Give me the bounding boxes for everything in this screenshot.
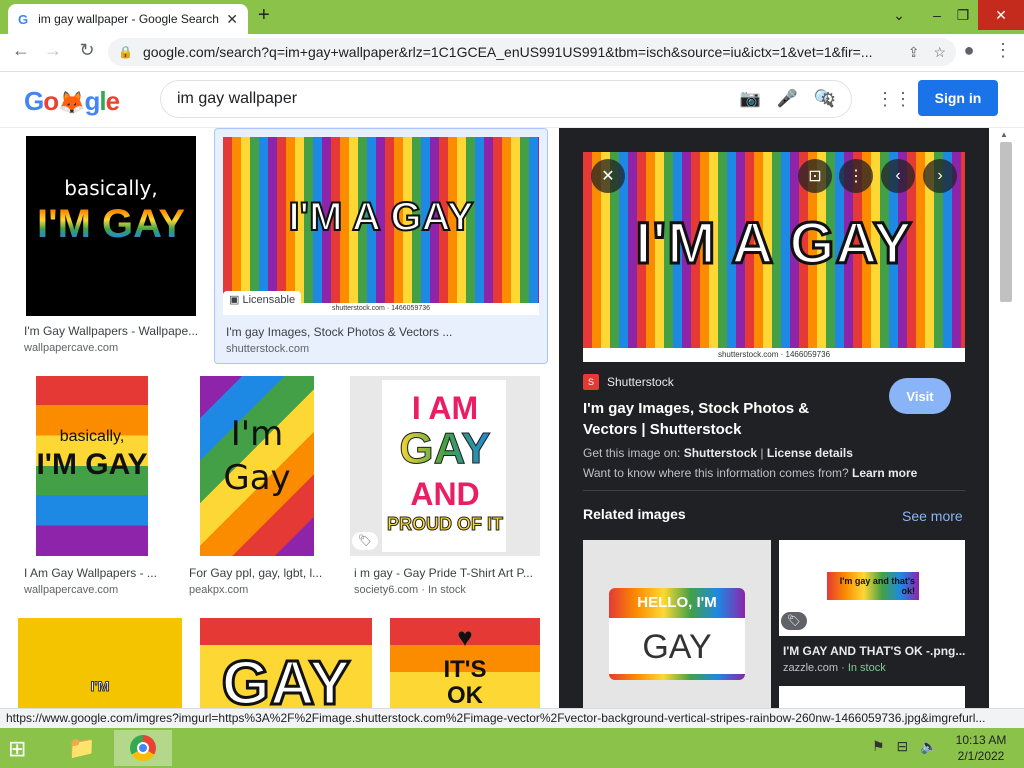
license-details-link[interactable]: License details xyxy=(767,446,853,460)
close-tab-icon[interactable]: ✕ xyxy=(226,11,238,28)
result-image-3[interactable]: basically, I'M GAY xyxy=(36,376,148,556)
tab-title: im gay wallpaper - Google Search xyxy=(38,12,219,26)
result-card-7[interactable]: GAY xyxy=(200,618,372,708)
info-line: Want to know where this information come… xyxy=(583,466,918,480)
related-source-2[interactable]: zazzle.com · In stock xyxy=(783,662,886,674)
flag-icon[interactable]: ⚑ xyxy=(872,738,885,754)
result-image-8[interactable]: ♥ IT'S OK xyxy=(390,618,540,708)
source-name[interactable]: Shutterstock xyxy=(607,375,674,389)
reload-icon[interactable]: ↻ xyxy=(74,40,100,61)
related-image-1[interactable]: HELLO, I'M GAY xyxy=(583,540,771,708)
sign-in-button[interactable]: Sign in xyxy=(918,80,998,116)
result-title[interactable]: For Gay ppl, gay, lgbt, l... xyxy=(189,566,331,580)
result-image-5[interactable]: I AM GAY AND PROUD OF IT 🏷 xyxy=(350,376,540,556)
image-icon: ▣ xyxy=(229,294,240,306)
forward-icon[interactable]: → xyxy=(40,40,66,61)
licensable-badge: ▣ Licensable xyxy=(223,291,302,308)
result-image-7[interactable]: GAY xyxy=(200,618,372,708)
close-window-icon[interactable]: ✕ xyxy=(978,0,1024,30)
close-preview-icon[interactable]: ✕ xyxy=(591,159,625,193)
result-source[interactable]: shutterstock.com xyxy=(226,343,309,355)
lock-icon[interactable]: 🔒 xyxy=(118,45,133,59)
taskbar: ⊞ 📁 ⚑ ⊟ 🔈 10:13 AM 2/1/2022 xyxy=(0,728,1024,768)
see-more-link[interactable]: See more xyxy=(902,508,963,524)
result-source[interactable]: wallpapercave.com xyxy=(24,342,118,354)
result-source[interactable]: peakpx.com xyxy=(189,584,248,596)
result-image-4[interactable]: I'm Gay xyxy=(200,376,314,556)
get-image-line: Get this image on: Shutterstock | Licens… xyxy=(583,446,853,460)
result-card-5[interactable]: I AM GAY AND PROUD OF IT 🏷 i m gay - Gay… xyxy=(350,376,540,598)
google-favicon-icon: G xyxy=(18,11,29,27)
result-title[interactable]: I'm gay Images, Stock Photos & Vectors .… xyxy=(226,325,536,339)
lens-search-icon[interactable]: ⊡ xyxy=(798,159,832,193)
settings-gear-icon[interactable]: ⚙ xyxy=(820,89,836,110)
doodle-icon: 🦊 xyxy=(58,90,85,115)
result-title[interactable]: I'm Gay Wallpapers - Wallpape... xyxy=(24,324,202,338)
page-scrollbar[interactable]: ▲ xyxy=(990,128,1024,708)
browser-tab[interactable]: G im gay wallpaper - Google Search ✕ xyxy=(8,4,248,34)
divider xyxy=(583,490,965,491)
search-box[interactable]: im gay wallpaper 📷 🎤 🔍 xyxy=(160,80,852,118)
volume-icon[interactable]: 🔈 xyxy=(920,738,937,754)
address-row: ← → ↻ 🔒 google.com/search?q=im+gay+wallp… xyxy=(0,34,1024,72)
camera-icon[interactable]: 📷 xyxy=(739,89,760,109)
url-text[interactable]: google.com/search?q=im+gay+wallpaper&rlz… xyxy=(143,44,894,60)
result-title[interactable]: i m gay - Gay Pride T-Shirt Art P... xyxy=(354,566,538,580)
heart-icon: ♥ xyxy=(457,622,473,652)
result-image-6[interactable]: I'M xyxy=(18,618,182,708)
result-title[interactable]: I Am Gay Wallpapers - ... xyxy=(24,566,164,580)
bookmark-star-icon[interactable]: ☆ xyxy=(933,44,946,61)
result-source[interactable]: wallpapercave.com xyxy=(24,584,118,596)
result-card-4[interactable]: I'm Gay For Gay ppl, gay, lgbt, l... pea… xyxy=(184,376,334,598)
related-image-3[interactable] xyxy=(779,686,965,708)
tag-icon: 🏷 xyxy=(352,532,378,550)
result-image-2[interactable]: I'M A GAY shutterstock.com · 1466059736 xyxy=(223,137,539,315)
result-card-6[interactable]: I'M xyxy=(18,618,182,708)
result-card-8[interactable]: ♥ IT'S OK xyxy=(390,618,540,708)
search-input[interactable]: im gay wallpaper xyxy=(177,90,723,108)
related-title-2[interactable]: I'M GAY AND THAT'S OK -.png... xyxy=(783,644,965,658)
system-tray: ⚑ ⊟ 🔈 xyxy=(872,738,938,755)
scroll-up-icon[interactable]: ▲ xyxy=(1000,130,1008,139)
result-card-1[interactable]: basically, I'M GAY I'm Gay Wallpapers - … xyxy=(18,128,204,360)
status-url: https://www.google.com/imgres?imgurl=htt… xyxy=(0,708,1024,728)
image-preview-panel: I'M A GAY shutterstock.com · 1466059736 … xyxy=(559,128,989,708)
shutterstock-logo-icon: S xyxy=(583,374,599,390)
result-image-1[interactable]: basically, I'M GAY xyxy=(26,136,196,316)
new-tab-icon[interactable]: + xyxy=(258,4,270,27)
more-options-icon[interactable]: ⋮ xyxy=(839,159,873,193)
windows-start-icon[interactable]: ⊞ xyxy=(8,736,26,762)
next-icon[interactable]: › xyxy=(923,159,957,193)
result-card-2-selected[interactable]: I'M A GAY shutterstock.com · 1466059736 … xyxy=(214,128,548,364)
related-image-2[interactable]: I'm gay and that's ok! 🏷 xyxy=(779,540,965,636)
related-images-heading: Related images xyxy=(583,506,686,522)
tag-icon: 🏷 xyxy=(781,612,807,630)
network-icon[interactable]: ⊟ xyxy=(896,738,908,754)
back-icon[interactable]: ← xyxy=(8,40,34,61)
previous-icon[interactable]: ‹ xyxy=(881,159,915,193)
microphone-icon[interactable]: 🎤 xyxy=(777,89,798,109)
source-row[interactable]: S Shutterstock xyxy=(583,374,674,390)
google-logo[interactable]: Go🦊gle xyxy=(24,86,120,117)
title-bar: G im gay wallpaper - Google Search ✕ + ⌄… xyxy=(0,0,1024,34)
address-bar[interactable]: 🔒 google.com/search?q=im+gay+wallpaper&r… xyxy=(108,38,956,66)
result-card-3[interactable]: basically, I'M GAY I Am Gay Wallpapers -… xyxy=(18,376,168,598)
chrome-taskbar-icon[interactable] xyxy=(114,730,172,766)
file-explorer-icon[interactable]: 📁 xyxy=(60,730,104,766)
result-source[interactable]: society6.com · In stock xyxy=(354,584,466,596)
share-icon[interactable]: ⇪ xyxy=(908,44,920,61)
profile-icon[interactable]: ● xyxy=(956,40,982,61)
menu-icon[interactable]: ⋮ xyxy=(990,40,1016,61)
preview-title[interactable]: I'm gay Images, Stock Photos & Vectors |… xyxy=(583,398,863,440)
scroll-thumb[interactable] xyxy=(1000,142,1012,302)
get-source-link[interactable]: Shutterstock xyxy=(684,446,757,460)
clock[interactable]: 10:13 AM 2/1/2022 xyxy=(946,732,1016,764)
google-header: Go🦊gle im gay wallpaper 📷 🎤 🔍 ⚙ ⋮⋮⋮ Sign… xyxy=(0,72,1024,128)
learn-more-link[interactable]: Learn more xyxy=(852,466,917,480)
visit-button[interactable]: Visit xyxy=(889,378,951,414)
